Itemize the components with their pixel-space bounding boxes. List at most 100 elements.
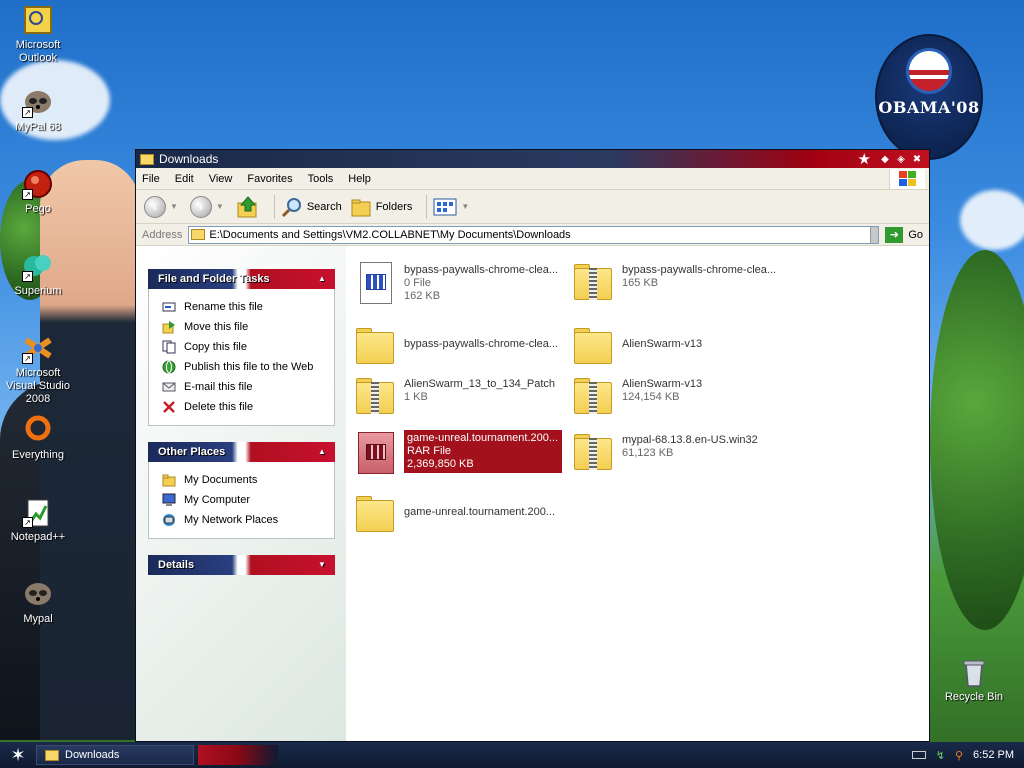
- go-arrow-icon: ➜: [885, 226, 904, 243]
- folder-icon: [354, 492, 398, 538]
- menu-edit[interactable]: Edit: [175, 173, 194, 185]
- toolbar-separator: [426, 194, 428, 219]
- clock[interactable]: 6:52 PM: [973, 749, 1014, 761]
- menu-favorites[interactable]: Favorites: [247, 173, 292, 185]
- task-email[interactable]: E-mail this file: [161, 377, 334, 397]
- desktop-icon-visual-studio[interactable]: ↗ Microsoft Visual Studio 2008: [0, 332, 76, 406]
- folders-button[interactable]: Folders: [350, 196, 412, 218]
- desktop-icon-label: Recycle Bin: [944, 691, 1004, 703]
- chevron-up-icon[interactable]: ▲: [315, 273, 329, 285]
- chevron-down-icon[interactable]: ▼: [315, 559, 329, 571]
- search-icon: [281, 197, 301, 217]
- details-panel: Details ▼: [148, 555, 335, 575]
- chevron-up-icon[interactable]: ▲: [315, 446, 329, 458]
- task-move[interactable]: Move this file: [161, 317, 334, 337]
- forward-button[interactable]: › ▼: [189, 195, 228, 218]
- folder-item[interactable]: AlienSwarm-v13: [572, 324, 782, 370]
- pego-icon: ↗: [22, 168, 54, 200]
- desktop-icon-label: Mypal: [23, 613, 53, 625]
- views-button[interactable]: ▼: [433, 198, 473, 216]
- zip-folder-icon: [354, 374, 398, 420]
- task-publish[interactable]: Publish this file to the Web: [161, 357, 334, 377]
- rar-file-icon: [354, 430, 398, 476]
- network-icon: [161, 512, 177, 528]
- place-my-network-places[interactable]: My Network Places: [161, 510, 334, 530]
- menu-help[interactable]: Help: [348, 173, 371, 185]
- globe-icon: [161, 359, 177, 375]
- folder-item[interactable]: bypass-paywalls-chrome-clea...: [354, 324, 564, 370]
- folder-icon: [572, 324, 616, 370]
- campaign-badge: OBAMA'08: [875, 34, 983, 160]
- desktop-icon-everything[interactable]: Everything: [0, 414, 76, 462]
- file-list: bypass-paywalls-chrome-clea... 0 File 16…: [346, 246, 929, 741]
- menu-file[interactable]: File: [142, 173, 160, 185]
- campaign-logo-icon: [906, 48, 952, 94]
- star-icon: ★: [857, 151, 871, 168]
- system-tray: ↯ ⚲ 6:52 PM: [892, 742, 1024, 768]
- task-rename[interactable]: Rename this file: [161, 297, 334, 317]
- file-item-selected[interactable]: game-unreal.tournament.200... RAR File 2…: [354, 430, 564, 476]
- up-folder-icon: [237, 195, 257, 217]
- desktop-icon-pego[interactable]: ↗ Pego: [0, 168, 76, 216]
- tree: [930, 250, 1024, 630]
- desktop-icon-recycle-bin[interactable]: Recycle Bin: [936, 656, 1012, 704]
- zip-folder-icon: [572, 260, 616, 306]
- zip-folder-icon: [572, 430, 616, 476]
- title-bar[interactable]: Downloads ★ ◆ ◈ ✖: [136, 150, 929, 168]
- visual-studio-icon: ↗: [22, 332, 54, 364]
- file-tasks-header[interactable]: File and Folder Tasks ▲: [148, 269, 335, 289]
- everything-icon: [22, 414, 54, 446]
- menu-tools[interactable]: Tools: [308, 173, 334, 185]
- file-item[interactable]: bypass-paywalls-chrome-clea... 165 KB: [572, 260, 782, 306]
- search-button[interactable]: Search: [281, 196, 342, 218]
- up-folder-button[interactable]: [236, 195, 260, 219]
- folder-item[interactable]: game-unreal.tournament.200...: [354, 492, 564, 538]
- keyboard-icon[interactable]: [911, 751, 926, 759]
- menu-view[interactable]: View: [209, 173, 233, 185]
- superium-icon: ↗: [22, 250, 54, 282]
- search-tray-icon[interactable]: ⚲: [955, 749, 963, 762]
- start-button[interactable]: ✶: [0, 745, 36, 766]
- address-dropdown-button[interactable]: [870, 226, 879, 243]
- file-item[interactable]: AlienSwarm_13_to_134_Patch 1 KB: [354, 374, 564, 420]
- network-tray-icon[interactable]: ↯: [936, 749, 945, 762]
- folders-icon: [351, 199, 371, 216]
- task-delete[interactable]: Delete this file: [161, 397, 334, 417]
- shortcut-arrow-icon: ↗: [22, 271, 33, 282]
- desktop-icon-notepad[interactable]: ↗ Notepad++: [0, 496, 76, 544]
- address-input[interactable]: E:\Documents and Settings\VM2.COLLABNET\…: [188, 225, 880, 244]
- desktop-icon-mypal68[interactable]: ↗ MyPal 68: [0, 86, 76, 134]
- details-header[interactable]: Details ▼: [148, 555, 335, 575]
- explorer-window: Downloads ★ ◆ ◈ ✖ File Edit View Favorit…: [135, 149, 930, 742]
- desktop-icon-label: Microsoft Visual Studio 2008: [5, 367, 70, 405]
- file-item[interactable]: AlienSwarm-v13 124,154 KB: [572, 374, 782, 420]
- document-icon: [354, 260, 398, 306]
- desktop-icon-superium[interactable]: ↗ Superium: [0, 250, 76, 298]
- file-item[interactable]: mypal-68.13.8.en-US.win32 61,123 KB: [572, 430, 782, 476]
- place-my-documents[interactable]: My Documents: [161, 470, 334, 490]
- desktop-icon-label: Everything: [12, 449, 64, 461]
- other-places-header[interactable]: Other Places ▲: [148, 442, 335, 462]
- desktop-icon-outlook[interactable]: Microsoft Outlook: [0, 4, 76, 65]
- address-value: E:\Documents and Settings\VM2.COLLABNET\…: [209, 228, 571, 241]
- taskbar-item-downloads[interactable]: Downloads: [36, 745, 194, 765]
- back-button[interactable]: ‹ ▼: [144, 195, 182, 218]
- other-places-panel: Other Places ▲ My Documents My Computer …: [148, 442, 335, 539]
- computer-icon: [161, 492, 177, 508]
- file-item[interactable]: bypass-paywalls-chrome-clea... 0 File 16…: [354, 260, 564, 306]
- minimize-button[interactable]: ◆: [877, 154, 893, 165]
- chevron-down-icon: ▼: [461, 202, 470, 211]
- taskbar: ✶ Downloads ↯ ⚲ 6:52 PM: [0, 742, 1024, 768]
- close-button[interactable]: ✖: [909, 154, 925, 165]
- taskbar-decoration: [198, 745, 278, 765]
- delete-icon: [161, 399, 177, 415]
- campaign-badge-text: OBAMA'08: [878, 98, 980, 117]
- desktop-icon-mypal[interactable]: Mypal: [0, 578, 76, 626]
- address-bar: Address E:\Documents and Settings\VM2.CO…: [136, 224, 929, 246]
- maximize-button[interactable]: ◈: [893, 154, 909, 165]
- place-my-computer[interactable]: My Computer: [161, 490, 334, 510]
- shortcut-arrow-icon: ↗: [22, 107, 33, 118]
- go-button[interactable]: ➜ Go: [885, 226, 923, 243]
- task-copy[interactable]: Copy this file: [161, 337, 334, 357]
- toolbar-separator: [273, 194, 275, 219]
